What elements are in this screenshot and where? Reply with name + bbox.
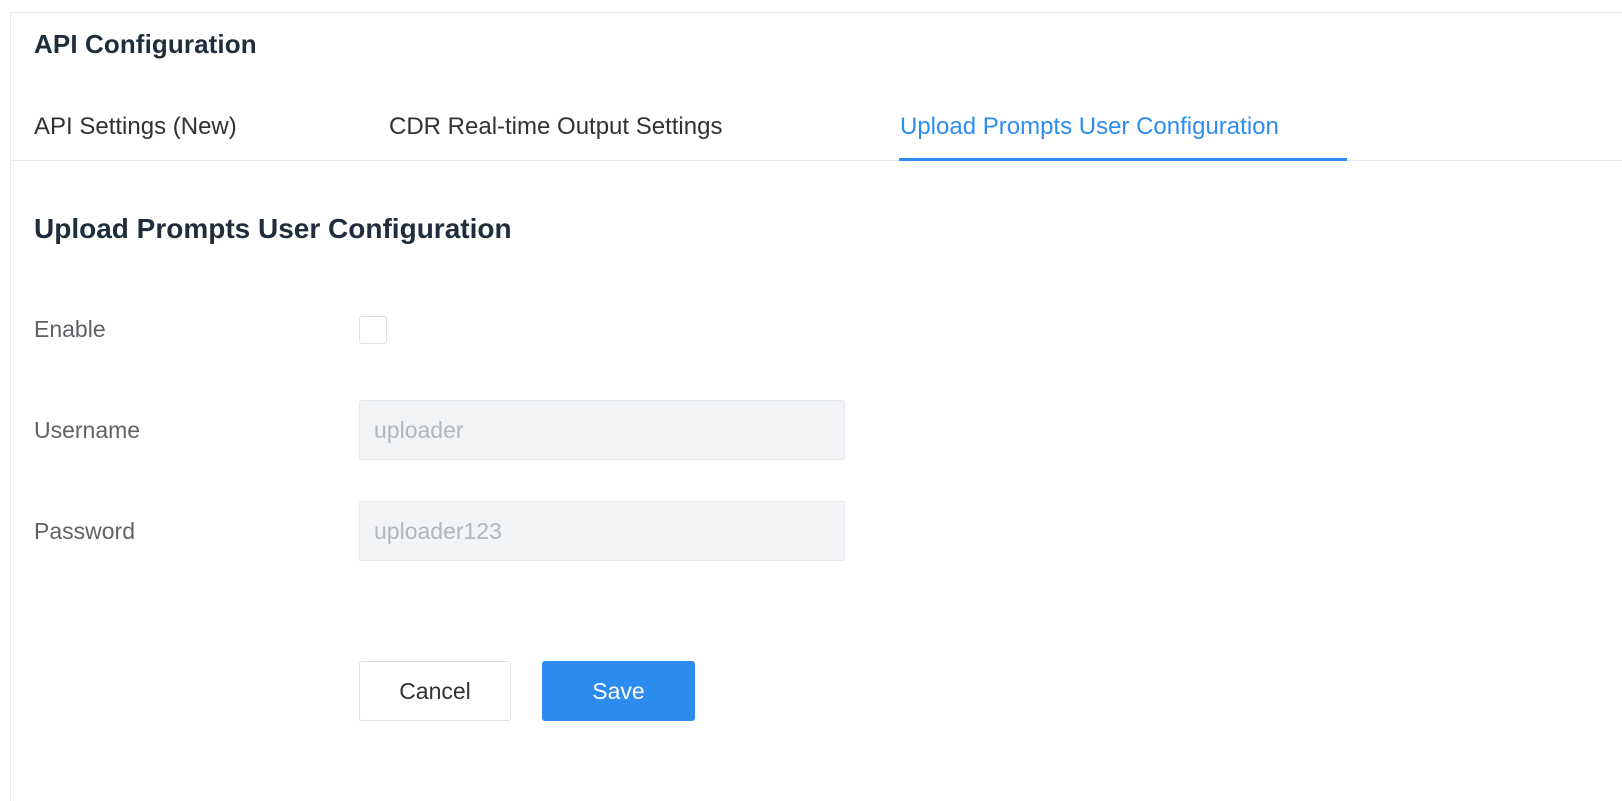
active-tab-indicator — [899, 158, 1347, 161]
page-title: API Configuration — [34, 29, 257, 59]
tab-api-settings-new[interactable]: API Settings (New) — [34, 113, 237, 141]
api-configuration-panel: API Configuration API Settings (New) CDR… — [10, 12, 1622, 801]
enable-checkbox[interactable] — [359, 316, 387, 344]
enable-label: Enable — [34, 316, 106, 342]
username-input[interactable] — [359, 400, 845, 460]
cancel-button[interactable]: Cancel — [359, 661, 511, 721]
tab-bar: API Settings (New) CDR Real-time Output … — [11, 103, 1622, 161]
save-button[interactable]: Save — [542, 661, 695, 721]
password-input[interactable] — [359, 501, 845, 561]
tab-upload-prompts-user-configuration[interactable]: Upload Prompts User Configuration — [900, 113, 1279, 141]
tab-cdr-realtime-output-settings[interactable]: CDR Real-time Output Settings — [389, 113, 722, 141]
password-label: Password — [34, 518, 135, 544]
section-title: Upload Prompts User Configuration — [34, 213, 512, 244]
username-label: Username — [34, 417, 141, 443]
